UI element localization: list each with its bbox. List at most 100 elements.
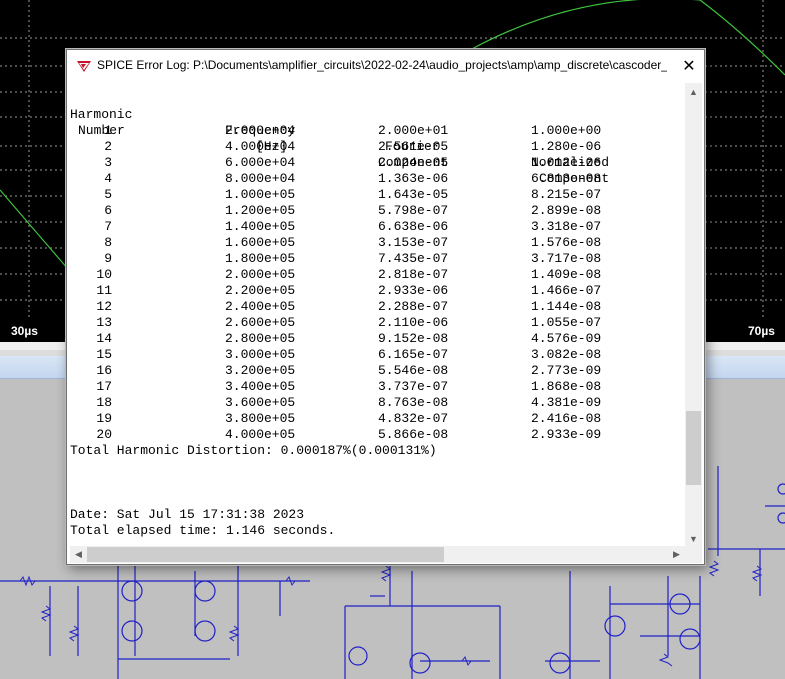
- table-row: 3 6.000e+04 2.024e-05 1.012e-06: [70, 155, 684, 171]
- fourier-component-cell: 3.153e-07: [378, 235, 449, 250]
- normalized-component-cell: 1.000e+00: [531, 123, 602, 138]
- fourier-component-cell: 9.152e-08: [378, 331, 449, 346]
- fourier-component-cell: 1.643e-05: [378, 187, 449, 202]
- harmonic-number-cell: 19: [96, 411, 112, 426]
- table-row: 10 2.000e+05 2.818e-07 1.409e-08: [70, 267, 684, 283]
- normalized-component-cell: 4.576e-09: [531, 331, 602, 346]
- title-bar[interactable]: SPICE Error Log: P:\Documents\amplifier_…: [67, 50, 704, 81]
- elapsed-time-line: Total elapsed time: 1.146 seconds.: [70, 523, 336, 538]
- x-axis-tick-label: 70µs: [748, 324, 775, 338]
- normalized-component-cell: 2.899e-08: [531, 203, 602, 218]
- x-axis-tick-label: 30µs: [11, 324, 38, 338]
- harmonic-number-cell: 11: [96, 283, 112, 298]
- frequency-cell: 3.000e+05: [225, 347, 296, 362]
- harmonic-number-cell: 10: [96, 267, 112, 282]
- table-row: 4 8.000e+04 1.363e-06 6.813e-08: [70, 171, 684, 187]
- fourier-component-cell: 2.933e-06: [378, 283, 449, 298]
- frequency-cell: 6.000e+04: [225, 155, 296, 170]
- fourier-component-cell: 2.818e-07: [378, 267, 449, 282]
- table-row: 17 3.400e+05 3.737e-07 1.868e-08: [70, 379, 684, 395]
- harmonic-number-cell: 15: [96, 347, 112, 362]
- frequency-cell: 2.400e+05: [225, 299, 296, 314]
- frequency-cell: 1.400e+05: [225, 219, 296, 234]
- horizontal-scrollbar[interactable]: ◀ ▶: [70, 546, 685, 563]
- frequency-cell: 2.800e+05: [225, 331, 296, 346]
- table-header-row: Number [Hz] Component Component: [70, 107, 684, 186]
- table-row: 7 1.400e+05 6.638e-06 3.318e-07: [70, 219, 684, 235]
- normalized-component-cell: 1.868e-08: [531, 379, 602, 394]
- date-line: Date: Sat Jul 15 17:31:38 2023: [70, 507, 305, 522]
- fourier-component-cell: 7.435e-07: [378, 251, 449, 266]
- normalized-component-cell: 3.318e-07: [531, 219, 602, 234]
- frequency-cell: 1.600e+05: [225, 235, 296, 250]
- spice-error-log-window[interactable]: SPICE Error Log: P:\Documents\amplifier_…: [66, 49, 705, 565]
- frequency-cell: 4.000e+04: [225, 139, 296, 154]
- fourier-component-cell: 3.737e-07: [378, 379, 449, 394]
- harmonic-number-cell: 3: [104, 155, 112, 170]
- fourier-component-cell: 5.546e-08: [378, 363, 449, 378]
- horizontal-scroll-thumb[interactable]: [87, 547, 444, 562]
- log-text-area[interactable]: Harmonic Frequency Fourier Normalized Nu…: [70, 83, 684, 543]
- table-row: 1 2.000e+04 2.000e+01 1.000e+00: [70, 123, 684, 139]
- scrollbar-corner: [685, 547, 702, 563]
- table-row: 15 3.000e+05 6.165e-07 3.082e-08: [70, 347, 684, 363]
- vertical-scroll-thumb[interactable]: [686, 411, 701, 485]
- harmonic-number-cell: 2: [104, 139, 112, 154]
- normalized-component-cell: 1.012e-06: [531, 155, 602, 170]
- fourier-component-cell: 5.798e-07: [378, 203, 449, 218]
- harmonic-number-cell: 16: [96, 363, 112, 378]
- normalized-component-cell: 6.813e-08: [531, 171, 602, 186]
- scroll-down-icon[interactable]: ▼: [685, 530, 702, 547]
- scroll-left-icon[interactable]: ◀: [70, 546, 87, 563]
- normalized-component-cell: 1.466e-07: [531, 283, 602, 298]
- frequency-cell: 3.600e+05: [225, 395, 296, 410]
- scroll-up-icon[interactable]: ▲: [685, 83, 702, 100]
- normalized-component-cell: 2.416e-08: [531, 411, 602, 426]
- harmonic-number-cell: 14: [96, 331, 112, 346]
- normalized-component-cell: 3.717e-08: [531, 251, 602, 266]
- close-icon: ✕: [682, 57, 696, 75]
- harmonic-number-cell: 6: [104, 203, 112, 218]
- fourier-component-cell: 2.561e-05: [378, 139, 449, 154]
- table-row: 2 4.000e+04 2.561e-05 1.280e-06: [70, 139, 684, 155]
- frequency-cell: 3.400e+05: [225, 379, 296, 394]
- normalized-component-cell: 1.280e-06: [531, 139, 602, 154]
- fourier-component-cell: 4.832e-07: [378, 411, 449, 426]
- harmonic-number-cell: 7: [104, 219, 112, 234]
- table-row: 13 2.600e+05 2.110e-06 1.055e-07: [70, 315, 684, 331]
- normalized-component-cell: 1.409e-08: [531, 267, 602, 282]
- thd-line: Total Harmonic Distortion: 0.000187%(0.0…: [70, 443, 437, 458]
- harmonic-number-cell: 1: [104, 123, 112, 138]
- table-row: 6 1.200e+05 5.798e-07 2.899e-08: [70, 203, 684, 219]
- frequency-cell: 1.800e+05: [225, 251, 296, 266]
- frequency-cell: 8.000e+04: [225, 171, 296, 186]
- table-row: 14 2.800e+05 9.152e-08 4.576e-09: [70, 331, 684, 347]
- fourier-component-cell: 2.288e-07: [378, 299, 449, 314]
- scroll-right-icon[interactable]: ▶: [668, 546, 685, 563]
- frequency-cell: 2.000e+05: [225, 267, 296, 282]
- normalized-component-cell: 1.144e-08: [531, 299, 602, 314]
- ltspice-app-icon: [77, 61, 91, 72]
- fourier-component-cell: 2.110e-06: [378, 315, 449, 330]
- table-row: 9 1.800e+05 7.435e-07 3.717e-08: [70, 251, 684, 267]
- table-header-row: Harmonic Frequency Fourier Normalized: [70, 91, 684, 170]
- normalized-component-cell: 1.055e-07: [531, 315, 602, 330]
- harmonic-number-cell: 9: [104, 251, 112, 266]
- vertical-scrollbar[interactable]: ▲ ▼: [685, 83, 702, 547]
- table-row: 8 1.600e+05 3.153e-07 1.576e-08: [70, 235, 684, 251]
- fourier-component-cell: 1.363e-06: [378, 171, 449, 186]
- harmonic-number-cell: 13: [96, 315, 112, 330]
- frequency-cell: 3.800e+05: [225, 411, 296, 426]
- harmonic-number-cell: 4: [104, 171, 112, 186]
- normalized-component-cell: 1.576e-08: [531, 235, 602, 250]
- normalized-component-cell: 3.082e-08: [531, 347, 602, 362]
- frequency-cell: 2.000e+04: [225, 123, 296, 138]
- frequency-cell: 1.000e+05: [225, 187, 296, 202]
- fourier-component-cell: 6.638e-06: [378, 219, 449, 234]
- close-button[interactable]: ✕: [674, 50, 704, 81]
- fourier-component-cell: 2.000e+01: [378, 123, 449, 138]
- table-row: 16 3.200e+05 5.546e-08 2.773e-09: [70, 363, 684, 379]
- frequency-cell: 3.200e+05: [225, 363, 296, 378]
- fourier-component-cell: 6.165e-07: [378, 347, 449, 362]
- normalized-component-cell: 2.773e-09: [531, 363, 602, 378]
